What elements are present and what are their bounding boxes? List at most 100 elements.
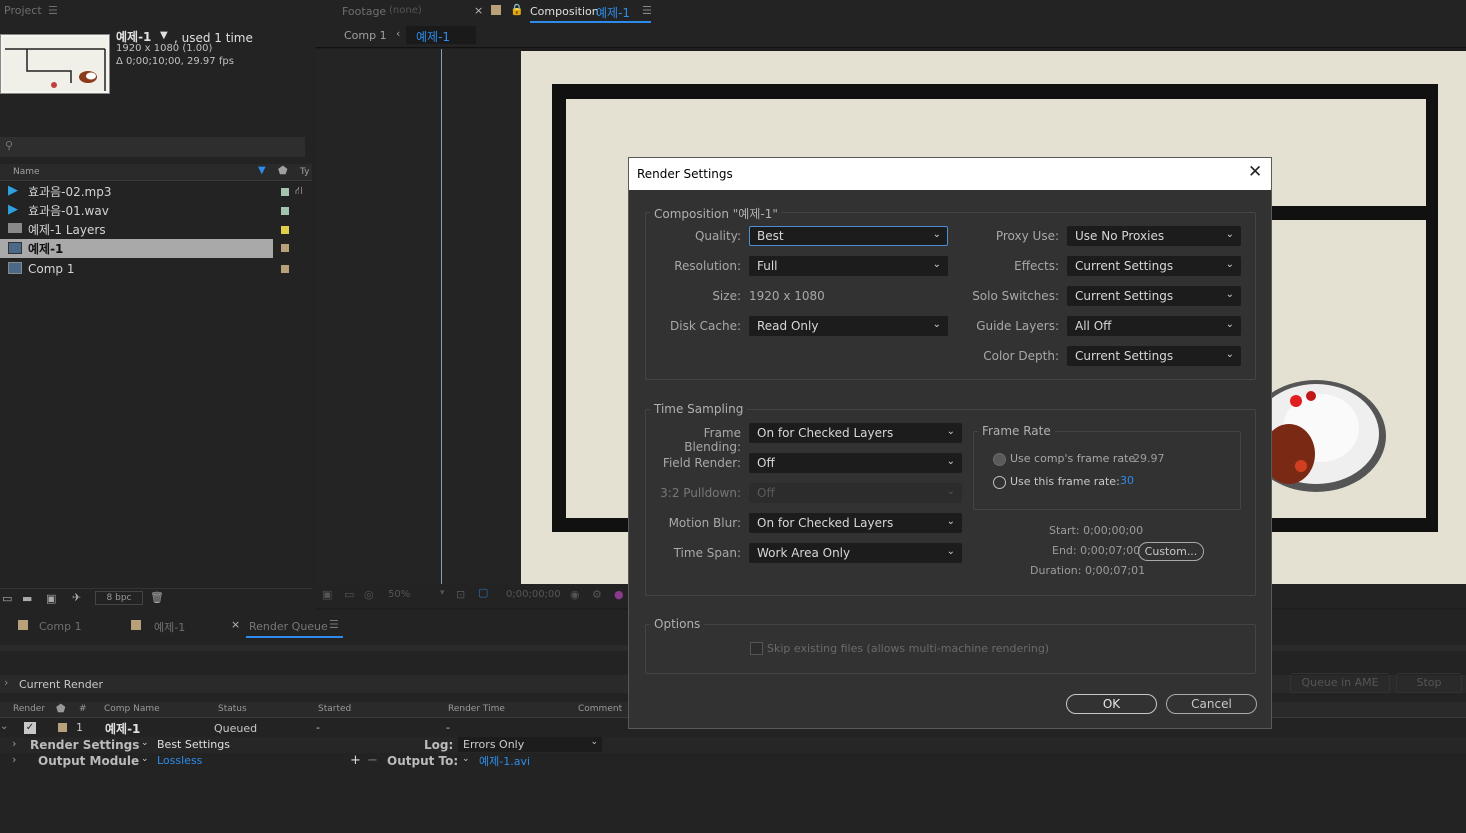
item-comp-name[interactable]: 예제-1 (105, 720, 140, 737)
stop-button[interactable]: Stop (1396, 673, 1462, 693)
effects-select[interactable]: Current Settings ⌄ (1067, 256, 1241, 276)
solo-select[interactable]: Current Settings ⌄ (1067, 286, 1241, 306)
use-this-rate-radio[interactable] (993, 476, 1006, 489)
chevron-right-icon[interactable]: › (12, 737, 16, 750)
list-item[interactable]: Comp 1 (0, 259, 312, 278)
this-rate-value[interactable]: 30 (1120, 474, 1134, 487)
show-snapshot-icon[interactable]: ⚙ (592, 588, 602, 601)
footage-tab[interactable]: Footage (342, 5, 386, 18)
always-preview-icon[interactable]: ▣ (322, 588, 332, 601)
tab-render-queue[interactable]: Render Queue (249, 620, 328, 633)
chevron-down-icon[interactable]: ⌄ (462, 754, 470, 764)
panel-menu-icon[interactable]: ☰ (48, 4, 58, 17)
interpret-footage-icon[interactable]: ▭ (2, 592, 12, 605)
bpc-button[interactable]: 8 bpc (95, 591, 143, 605)
render-checkbox[interactable]: ✓ (24, 722, 36, 734)
search-input[interactable]: ⚲ (0, 137, 305, 157)
composition-tab[interactable]: Composition (530, 5, 599, 18)
composition-tab-name[interactable]: 예제-1 (596, 4, 630, 21)
add-output-icon[interactable]: + (350, 753, 361, 768)
breadcrumb-current-box[interactable]: 예제-1 (406, 26, 476, 44)
close-icon[interactable]: × (474, 4, 483, 17)
skip-files-checkbox[interactable] (750, 642, 763, 655)
chevron-down-icon[interactable]: ⌄ (0, 721, 8, 732)
chevron-down-icon[interactable]: ⌄ (141, 754, 149, 764)
chevron-right-icon[interactable]: › (4, 676, 8, 689)
log-select[interactable]: Errors Only ⌄ (458, 737, 602, 752)
camera-icon[interactable]: ◉ (570, 588, 580, 601)
trash-icon[interactable]: 🗑 (150, 591, 164, 604)
chevron-down-icon[interactable]: ▼ (160, 30, 168, 41)
chevron-right-icon[interactable]: › (12, 753, 16, 766)
grid-icon[interactable]: ▢ (478, 586, 488, 599)
list-item-selected[interactable]: 예제-1 (0, 239, 273, 258)
tab-comp-2[interactable]: 예제-1 (154, 619, 185, 635)
use-comp-rate-radio[interactable] (993, 453, 1006, 466)
zoom-select[interactable]: 50% (388, 589, 410, 600)
name-column[interactable]: Name (13, 167, 40, 177)
flowchart-icon[interactable]: ✈ (72, 591, 81, 604)
sort-icon[interactable]: ▼ (258, 165, 266, 176)
timecode[interactable]: 0;00;00;00 (506, 589, 561, 600)
motion-blur-select[interactable]: On for Checked Layers ⌄ (749, 513, 962, 533)
breadcrumb-prev[interactable]: Comp 1 (344, 29, 387, 42)
use-this-rate-label[interactable]: Use this frame rate: (1010, 475, 1120, 488)
chevron-down-icon[interactable]: ▾ (440, 588, 445, 598)
list-item[interactable]: 예제-1 Layers (0, 220, 312, 239)
output-module-value[interactable]: Lossless (157, 754, 202, 767)
label-color[interactable] (281, 225, 289, 234)
panel-menu-icon[interactable]: ☰ (329, 618, 339, 631)
proxy-select[interactable]: Use No Proxies ⌄ (1067, 226, 1241, 246)
cancel-button[interactable]: Cancel (1166, 694, 1257, 714)
column-comment[interactable]: Comment (578, 704, 622, 714)
render-settings-value[interactable]: Best Settings (157, 738, 230, 751)
tab-comp-1[interactable]: Comp 1 (39, 620, 82, 633)
resolution-select[interactable]: Full ⌄ (749, 256, 948, 276)
pulldown-select[interactable]: Off ⌄ (749, 483, 962, 503)
color-depth-select[interactable]: Current Settings ⌄ (1067, 346, 1241, 366)
queue-in-ame-button[interactable]: Queue in AME (1290, 673, 1390, 693)
use-comp-rate-label[interactable]: Use comp's frame rate (1010, 452, 1135, 465)
custom-button[interactable]: Custom... (1138, 542, 1204, 561)
field-render-select[interactable]: Off ⌄ (749, 453, 962, 473)
label-color[interactable] (281, 187, 289, 196)
project-tab[interactable]: Project (4, 4, 42, 17)
frame-blending-select[interactable]: On for Checked Layers ⌄ (749, 423, 962, 443)
output-to-value[interactable]: 예제-1.avi (479, 753, 530, 769)
list-item[interactable]: ▶ 효과음-02.mp3 ⛙ (0, 182, 312, 201)
label-color[interactable] (281, 244, 289, 252)
column-comp-name[interactable]: Comp Name (104, 704, 160, 714)
column-status[interactable]: Status (218, 704, 247, 714)
type-column[interactable]: Ty (300, 167, 309, 177)
color-channel-icon[interactable]: ● (614, 588, 624, 601)
monitor-icon[interactable]: ▭ (344, 588, 354, 601)
fit-icon[interactable]: ⊡ (456, 588, 465, 601)
skip-files-label[interactable]: Skip existing files (allows multi-machin… (767, 642, 1049, 655)
label-tag-icon[interactable]: ⬟ (56, 702, 66, 715)
column-render-time[interactable]: Render Time (448, 704, 505, 714)
label-color[interactable] (281, 206, 289, 215)
chevron-left-icon[interactable]: ‹ (396, 27, 400, 40)
close-icon[interactable]: ✕ (1248, 162, 1262, 182)
panel-menu-icon[interactable]: ☰ (642, 4, 652, 17)
list-item[interactable]: ▶ 효과음-01.wav (0, 201, 312, 220)
column-number[interactable]: # (79, 704, 87, 714)
quality-select[interactable]: Best ⌄ (749, 226, 948, 246)
remove-output-icon[interactable]: − (367, 753, 378, 768)
label-color[interactable] (58, 723, 67, 732)
new-folder-icon[interactable]: ▬ (22, 592, 32, 605)
ok-button[interactable]: OK (1066, 694, 1157, 714)
lock-icon[interactable]: 🔒 (510, 3, 524, 16)
column-render[interactable]: Render (13, 704, 45, 714)
time-span-select[interactable]: Work Area Only ⌄ (749, 543, 962, 563)
flowchart-icon[interactable]: ⛙ (295, 184, 303, 199)
new-comp-icon[interactable]: ▣ (46, 592, 56, 605)
guide-select[interactable]: All Off ⌄ (1067, 316, 1241, 336)
chevron-down-icon[interactable]: ⌄ (141, 738, 149, 748)
column-started[interactable]: Started (318, 704, 351, 714)
mask-icon[interactable]: ◎ (364, 588, 374, 601)
disk-cache-select[interactable]: Read Only ⌄ (749, 316, 948, 336)
label-tag-icon[interactable]: ⬟ (278, 164, 288, 177)
label-color[interactable] (281, 264, 289, 273)
close-icon[interactable]: × (231, 618, 240, 631)
